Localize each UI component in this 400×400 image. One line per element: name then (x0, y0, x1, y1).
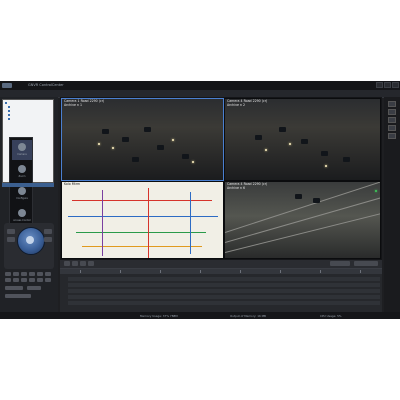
video-grid: Camera 1 Road 2290 (cr) Archive n 1 Came… (60, 97, 382, 260)
preset-select[interactable] (5, 286, 23, 290)
maximize-button[interactable] (384, 82, 391, 88)
focus-near-button[interactable] (44, 229, 52, 234)
time-field[interactable] (354, 261, 378, 266)
keypad-key[interactable] (13, 272, 19, 276)
keypad-key[interactable] (37, 278, 43, 282)
preset-keypad (5, 272, 53, 312)
keypad-key[interactable] (45, 272, 51, 276)
nav-item-camera[interactable]: Camera (12, 140, 32, 160)
layout-2x2-button[interactable] (388, 109, 396, 115)
ptz-control (4, 223, 54, 269)
keypad-key[interactable] (29, 278, 35, 282)
status-bar: Memory Usage: 37% 788M Output of Memory:… (0, 312, 400, 319)
keypad-key[interactable] (37, 272, 43, 276)
nav-item-zoom[interactable]: Zoom (12, 162, 32, 182)
zoom-out-button[interactable] (7, 237, 15, 242)
time-ruler (60, 269, 382, 274)
title-bar: GNVR ControlCenter (0, 81, 400, 90)
tree-item[interactable] (8, 106, 11, 109)
play-button[interactable] (72, 261, 78, 266)
speed-slider[interactable] (5, 294, 31, 298)
minimize-button[interactable] (376, 82, 383, 88)
app-window: GNVR ControlCenter Camera Zoom Configure… (0, 81, 400, 319)
gear-icon (18, 187, 26, 195)
layout-3x3-button[interactable] (388, 117, 396, 123)
nav-panel: Camera Zoom Configure Access Control (9, 137, 33, 227)
keypad-key[interactable] (21, 278, 27, 282)
video-tile-camera-4[interactable]: Camera 4 Road 2290 (cr) Archive n 2 (224, 98, 381, 181)
preset-go-button[interactable] (27, 286, 41, 290)
keypad-key[interactable] (5, 272, 11, 276)
timeline-track[interactable] (68, 289, 380, 293)
focus-far-button[interactable] (44, 237, 52, 242)
keypad-key[interactable] (45, 278, 51, 282)
timeline-track[interactable] (68, 301, 380, 305)
search-icon (18, 165, 26, 173)
keypad-key[interactable] (5, 278, 11, 282)
nav-item-configure[interactable]: Configure (12, 184, 32, 204)
tree-item[interactable] (8, 114, 11, 117)
layout-1x1-button[interactable] (388, 101, 396, 107)
map-tile[interactable]: Kolo Mtrm (61, 181, 224, 259)
layout-4x4-button[interactable] (388, 125, 396, 131)
tree-item[interactable] (8, 110, 11, 113)
memory-status: Memory Usage: 37% 788M (140, 314, 178, 318)
timeline-track[interactable] (68, 277, 380, 281)
date-field[interactable] (330, 261, 350, 266)
zoom-in-button[interactable] (7, 229, 15, 234)
playback-controls (60, 260, 382, 268)
rewind-button[interactable] (64, 261, 70, 266)
timeline-track[interactable] (68, 295, 380, 299)
pause-button[interactable] (80, 261, 86, 266)
ptz-center-button[interactable] (26, 236, 34, 244)
keypad-key[interactable] (21, 272, 27, 276)
cpu-status: CPU Usage: 5% (320, 314, 342, 318)
tree-item[interactable] (5, 102, 8, 105)
keypad-key[interactable] (29, 272, 35, 276)
timeline[interactable] (60, 268, 382, 313)
close-button[interactable] (392, 82, 399, 88)
lock-icon (18, 209, 26, 217)
video-tile-camera-4-archive[interactable]: Camera 4 Road 2290 (cr) Archive n 6 (224, 181, 381, 259)
keypad-key[interactable] (13, 278, 19, 282)
panel-tab-bar[interactable] (2, 183, 54, 187)
window-title: GNVR ControlCenter (28, 83, 64, 87)
fullscreen-button[interactable] (388, 133, 396, 139)
layout-toolbar (384, 97, 400, 319)
app-logo (2, 83, 12, 88)
left-panel: Camera Zoom Configure Access Control (0, 97, 58, 319)
video-tile-camera-1[interactable]: Camera 1 Road 2290 (cr) Archive n 1 (61, 98, 224, 181)
timeline-track[interactable] (68, 283, 380, 287)
camera-icon (18, 143, 26, 151)
tree-item[interactable] (8, 118, 11, 121)
forward-button[interactable] (88, 261, 94, 266)
output-status: Output of Memory: 16 MB (230, 314, 266, 318)
